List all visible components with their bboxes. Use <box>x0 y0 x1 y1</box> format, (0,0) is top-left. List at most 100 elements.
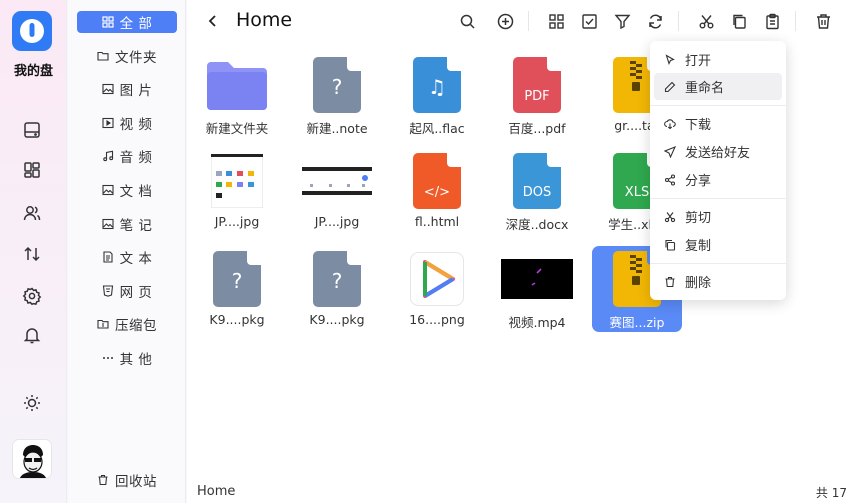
category-images[interactable]: 图 片 <box>77 78 177 100</box>
menu-divider <box>650 105 786 106</box>
file-item[interactable]: ? 新建..note <box>292 52 382 138</box>
app-logo[interactable] <box>12 11 52 51</box>
category-label: 其 他 <box>119 352 153 368</box>
category-folders[interactable]: 文件夹 <box>77 45 177 67</box>
menu-item-delete[interactable]: 删除 <box>654 268 782 295</box>
more-icon <box>102 357 113 359</box>
category-other[interactable]: 其 他 <box>77 347 177 369</box>
refresh-button[interactable] <box>644 10 666 32</box>
file-glyph: XLS <box>624 185 650 200</box>
folder-icon <box>207 62 267 110</box>
back-button[interactable] <box>203 11 223 31</box>
bell-icon[interactable] <box>20 323 44 347</box>
context-menu: 打开 重命名 下载 发送给好友 分享 剪切 复制 删除 <box>650 41 786 300</box>
cut-icon <box>664 211 676 222</box>
trash-button[interactable]: 回收站 <box>77 469 177 491</box>
file-item[interactable]: ? K9....pkg <box>292 246 382 332</box>
category-web[interactable]: 网 页 <box>77 280 177 302</box>
unknown-file-icon: ? <box>313 251 361 307</box>
category-archives[interactable]: 压缩包 <box>77 313 177 335</box>
file-glyph: ♫ <box>428 75 446 99</box>
file-glyph: ? <box>331 75 343 99</box>
settings-icon[interactable] <box>20 284 44 308</box>
file-item[interactable]: 视频.mp4 <box>492 246 582 332</box>
folder-icon <box>97 51 109 61</box>
audio-file-icon: ♫ <box>413 57 461 113</box>
toolbar-divider <box>528 11 529 31</box>
category-videos[interactable]: 视 频 <box>77 112 177 134</box>
file-name: 百度...pdf <box>508 121 566 136</box>
video-icon <box>102 117 114 129</box>
category-label: 视 频 <box>119 117 153 133</box>
select-button[interactable] <box>578 10 600 32</box>
unknown-file-icon: ? <box>313 57 361 113</box>
category-documents[interactable]: 文 档 <box>77 179 177 201</box>
transfer-icon[interactable] <box>20 242 44 266</box>
copy-button[interactable] <box>728 10 750 32</box>
trash-icon <box>665 276 675 287</box>
grid-view-icon <box>548 13 564 29</box>
menu-item-copy[interactable]: 复制 <box>654 231 782 258</box>
grid-icon <box>101 16 114 28</box>
category-label: 音 频 <box>119 150 153 166</box>
file-glyph: ? <box>331 269 343 293</box>
chevron-left-icon <box>208 15 216 27</box>
power-logo-icon <box>20 19 44 43</box>
search-button[interactable] <box>456 10 478 32</box>
menu-item-label: 下载 <box>685 118 712 133</box>
file-item[interactable]: 16....png <box>392 246 482 332</box>
users-icon[interactable] <box>20 201 44 225</box>
file-item[interactable]: ? K9....pkg <box>192 246 282 332</box>
menu-item-open[interactable]: 打开 <box>654 46 782 73</box>
category-label: 全 部 <box>119 16 153 32</box>
delete-icon <box>816 13 830 29</box>
menu-item-send[interactable]: 发送给好友 <box>654 138 782 165</box>
file-item-folder[interactable]: 新建文件夹 <box>192 52 282 138</box>
menu-item-rename[interactable]: 重命名 <box>654 73 782 100</box>
filter-button[interactable] <box>611 10 633 32</box>
menu-divider <box>650 198 786 199</box>
menu-item-download[interactable]: 下载 <box>654 110 782 137</box>
status-bar: Home 共 17 <box>187 482 853 503</box>
category-audio[interactable]: 音 频 <box>77 145 177 167</box>
doc-file-icon: DOS <box>513 153 561 209</box>
status-path: Home <box>197 484 236 499</box>
file-item[interactable]: PDF 百度...pdf <box>492 52 582 138</box>
theme-sun-icon[interactable] <box>20 391 44 415</box>
drive-icon[interactable] <box>20 118 44 142</box>
category-label: 笔 记 <box>119 218 153 234</box>
file-item[interactable]: </> fl..html <box>392 148 482 234</box>
select-icon <box>581 13 597 29</box>
trash-label: 回收站 <box>115 474 157 490</box>
paste-button[interactable] <box>761 10 783 32</box>
file-item[interactable]: ♫ 起风..flac <box>392 52 482 138</box>
dashboard-icon[interactable] <box>20 158 44 182</box>
menu-item-label: 复制 <box>685 239 712 254</box>
cut-button[interactable] <box>695 10 717 32</box>
category-all[interactable]: 全 部 <box>77 11 177 33</box>
category-label: 文件夹 <box>115 50 157 66</box>
file-glyph: PDF <box>524 89 550 104</box>
file-glyph: </> <box>423 185 451 200</box>
add-icon <box>497 13 513 29</box>
category-label: 压缩包 <box>115 318 157 334</box>
text-icon <box>103 251 113 263</box>
file-item[interactable]: JP....jpg <box>292 148 382 234</box>
menu-item-cut[interactable]: 剪切 <box>654 203 782 230</box>
menu-item-share[interactable]: 分享 <box>654 166 782 193</box>
app-name: 我的盘 <box>13 64 53 79</box>
cursor-icon <box>665 53 675 65</box>
delete-button[interactable] <box>812 10 834 32</box>
grid-view-button[interactable] <box>545 10 567 32</box>
file-item[interactable]: JP....jpg <box>192 148 282 234</box>
avatar[interactable] <box>12 439 52 479</box>
category-sidebar: 全 部 文件夹 图 片 视 频 音 频 文 档 笔 记 文 本 网 页 压缩包 … <box>68 0 186 503</box>
file-glyph: ? <box>231 269 243 293</box>
filter-icon <box>614 14 630 29</box>
file-item[interactable]: DOS 深度..docx <box>492 148 582 234</box>
refresh-icon <box>648 13 662 29</box>
category-text[interactable]: 文 本 <box>77 246 177 268</box>
add-button[interactable] <box>494 10 516 32</box>
category-notes[interactable]: 笔 记 <box>77 213 177 235</box>
menu-item-label: 打开 <box>685 54 712 69</box>
